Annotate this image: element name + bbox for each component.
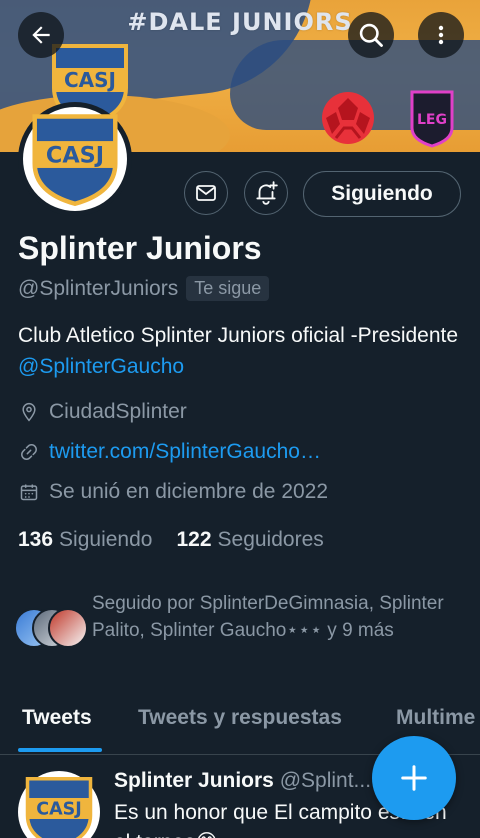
tweet-avatar[interactable]: CASJ xyxy=(18,771,100,838)
followers-label: Seguidores xyxy=(217,528,324,551)
search-icon xyxy=(359,23,383,47)
league-text: LEG xyxy=(417,112,447,128)
banner-crest-text: CASJ xyxy=(64,68,116,92)
tweet-author: Splinter Juniors @Splint... xyxy=(114,769,371,793)
back-button[interactable] xyxy=(18,12,64,58)
bell-plus-icon xyxy=(256,181,278,205)
display-name: Splinter Juniors xyxy=(18,230,262,266)
tweet-crest-text: CASJ xyxy=(36,800,82,820)
mail-icon xyxy=(196,185,216,201)
avatar-crest-logo: CASJ xyxy=(32,114,118,206)
location-row: CiudadSplinter xyxy=(18,400,187,424)
message-button[interactable] xyxy=(184,171,228,215)
tweet-author-name: Splinter Juniors xyxy=(114,769,274,792)
bio-text: Club Atletico Splinter Juniors oficial -… xyxy=(18,324,459,347)
profile-avatar[interactable]: CASJ xyxy=(18,102,132,216)
active-tab-indicator xyxy=(18,748,102,752)
location-text: CiudadSplinter xyxy=(49,400,187,423)
avatar-crest-text: CASJ xyxy=(46,142,104,168)
joined-row: Se unió en diciembre de 2022 xyxy=(18,480,328,504)
avatar-image: CASJ xyxy=(23,107,127,211)
followers-count: 122 xyxy=(176,528,212,551)
mutual-avatar xyxy=(48,608,88,648)
more-vertical-icon xyxy=(438,25,444,45)
location-pin-icon xyxy=(18,401,40,423)
link-icon xyxy=(18,441,40,463)
tab-tweets-replies[interactable]: Tweets y respuestas xyxy=(138,706,342,730)
league-shield-logo: LEG xyxy=(410,90,454,148)
tweet-crest-logo: CASJ xyxy=(25,777,93,838)
plus-icon xyxy=(401,765,427,791)
soccer-ball-logo xyxy=(322,92,374,144)
tab-media[interactable]: Multime xyxy=(396,706,475,730)
mutual-avatars xyxy=(14,608,88,648)
following-count: 136 xyxy=(18,528,54,551)
followed-by-text: Seguido por SplinterDeGimnasia, Splinter… xyxy=(92,593,444,641)
tweet-author-handle: @Splint... xyxy=(279,769,372,792)
banner-hashtag: #DALE JUNIORS xyxy=(127,8,353,36)
joined-text: Se unió en diciembre de 2022 xyxy=(49,480,329,503)
profile-bio: Club Atletico Splinter Juniors oficial -… xyxy=(18,320,468,382)
bio-mention-link[interactable]: @SplinterGaucho xyxy=(18,355,184,378)
website-row[interactable]: twitter.com/SplinterGaucho… xyxy=(18,440,321,464)
user-handle: @SplinterJuniors xyxy=(18,276,179,300)
follow-counts: 136 Siguiendo 122 Seguidores xyxy=(18,528,348,552)
notifications-button[interactable] xyxy=(244,171,288,215)
compose-tweet-button[interactable] xyxy=(372,736,456,820)
website-link[interactable]: twitter.com/SplinterGaucho… xyxy=(49,440,321,464)
handle-row: @SplinterJuniors Te sigue xyxy=(18,276,270,301)
followers-count-link[interactable]: 122 Seguidores xyxy=(176,528,323,552)
follows-you-badge: Te sigue xyxy=(186,276,270,301)
search-button[interactable] xyxy=(348,12,394,58)
more-options-button[interactable] xyxy=(418,12,464,58)
following-count-link[interactable]: 136 Siguiendo xyxy=(18,528,152,552)
following-button[interactable]: Siguiendo xyxy=(303,171,461,217)
back-arrow-icon xyxy=(32,26,50,44)
calendar-icon xyxy=(18,481,40,503)
tab-tweets[interactable]: Tweets xyxy=(22,706,92,730)
following-label: Siguiendo xyxy=(59,528,153,551)
